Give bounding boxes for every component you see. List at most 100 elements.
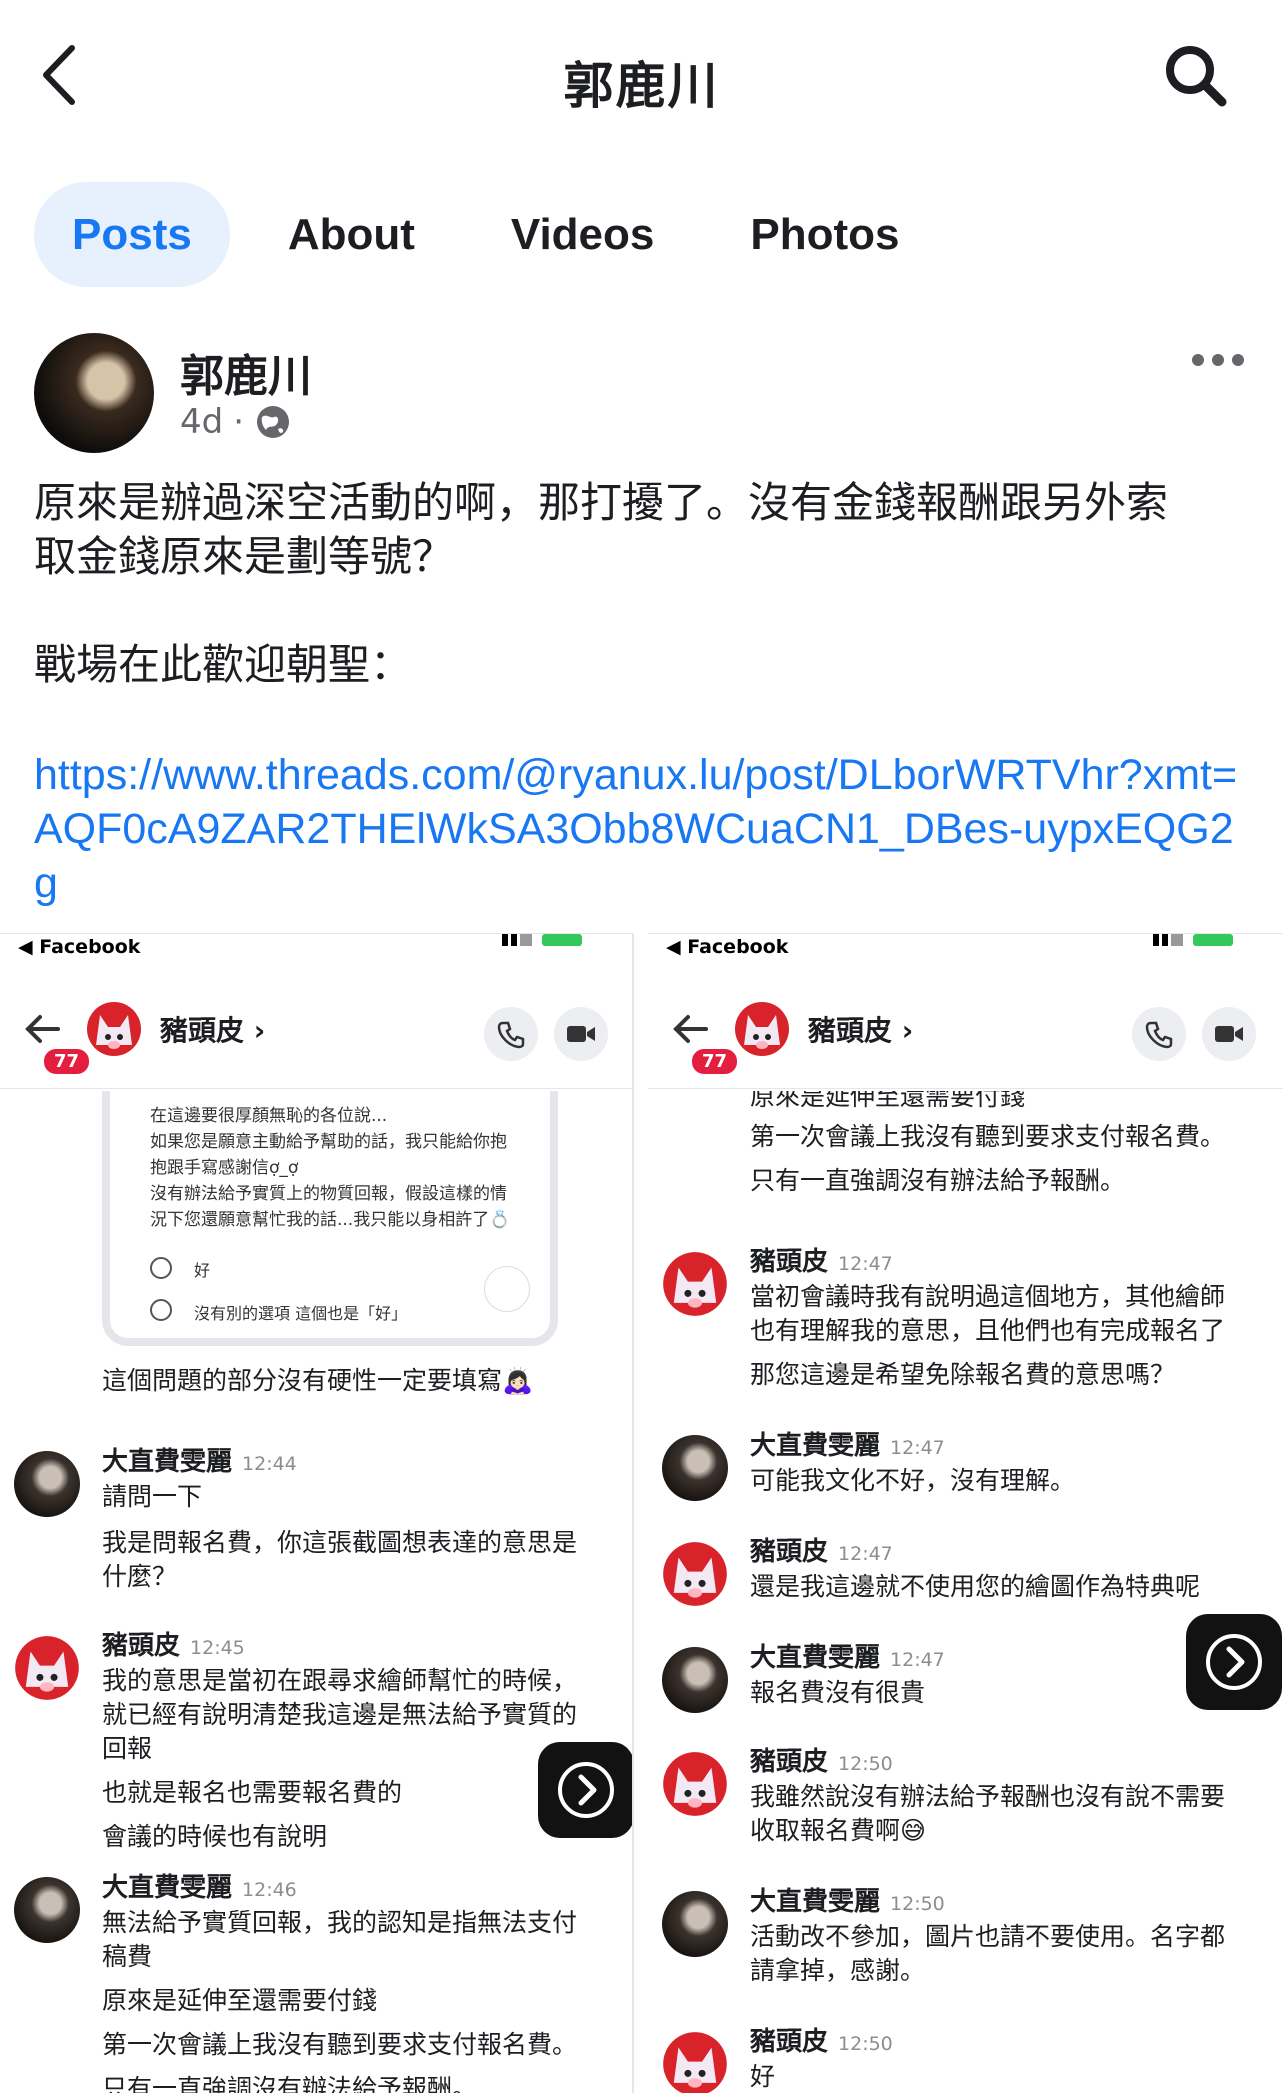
form-text: 如果您是願意主動給予幫助的話，我只能給你抱	[150, 1132, 507, 1152]
tab-videos[interactable]: Videos	[473, 182, 692, 287]
message-sender: 豬頭皮 12:45	[102, 1625, 245, 1662]
message-text: 收取報名費啊😅	[750, 1816, 927, 1845]
message-time: 12:50	[890, 1893, 945, 1915]
more-horizontal-icon	[1192, 354, 1244, 366]
status-app-label: ◀ Facebook	[18, 936, 141, 958]
sender-name: 大直費雯麗	[750, 1643, 881, 1673]
post-options-button[interactable]	[1190, 350, 1246, 380]
radio-label: 沒有別的選項 這個也是「好」	[194, 1304, 408, 1323]
message-sender: 大直費雯麗 12:44	[102, 1441, 297, 1478]
unread-badge: 77	[690, 1047, 740, 1076]
message-sender: 豬頭皮 12:50	[750, 1741, 893, 1778]
form-text: 在這邊要很厚顏無恥的各位說...	[150, 1106, 388, 1126]
message-text: 原來是延伸至還需要付錢	[102, 1986, 378, 2015]
survey-form-card: 在這邊要很厚顏無恥的各位說... 如果您是願意主動給予幫助的話，我只能給你抱 抱…	[102, 1091, 558, 1346]
post-author[interactable]: 郭鹿川	[180, 340, 312, 404]
pencil-icon	[484, 1266, 530, 1312]
message-text: 我雖然說沒有辦法給予報酬也沒有說不需要	[750, 1782, 1226, 1811]
battery-icon	[1193, 934, 1233, 946]
pig-avatar-icon	[735, 1002, 789, 1056]
message-text: 也有理解我的意思，且他們也有完成報名了	[750, 1316, 1226, 1345]
search-icon	[1166, 46, 1227, 107]
form-text: 沒有辦法給予實質上的物質回報，假設這樣的情	[150, 1184, 507, 1204]
sender-name: 豬頭皮	[750, 1537, 829, 1567]
message-text: 稿費	[102, 1942, 153, 1971]
form-text: 抱跟手寫感謝信ợ_ợ	[150, 1158, 299, 1178]
chat-header: 77 豬頭皮 ›	[0, 989, 632, 1089]
message-text: 無法給予實質回報，我的認知是指無法支付	[102, 1908, 578, 1937]
tab-photos[interactable]: Photos	[712, 182, 937, 287]
signal-icon	[1153, 934, 1183, 946]
message-time: 12:45	[190, 1637, 245, 1659]
profile-tabs: Posts About Videos Photos	[34, 182, 957, 287]
message-text: 好	[750, 2062, 776, 2091]
avatar	[662, 1435, 728, 1501]
page-title: 郭鹿川	[563, 57, 720, 115]
tab-posts[interactable]: Posts	[34, 182, 230, 287]
sender-name: 豬頭皮	[750, 1247, 829, 1277]
sender-name: 大直費雯麗	[102, 1447, 233, 1477]
author-avatar[interactable]	[34, 333, 154, 453]
message-time: 12:47	[838, 1543, 893, 1565]
chevron-right-circle-icon	[558, 1762, 614, 1818]
avatar	[14, 1451, 80, 1517]
top-bar: 郭鹿川	[0, 0, 1283, 160]
message-text: 當初會議時我有說明過這個地方，其他繪師	[750, 1282, 1226, 1311]
pig-avatar-icon	[663, 1752, 727, 1816]
phone-icon	[497, 1021, 525, 1049]
message-sender: 豬頭皮 12:47	[750, 1241, 893, 1278]
status-icons	[502, 934, 582, 948]
message-text: 也就是報名也需要報名費的	[102, 1778, 403, 1807]
search-button[interactable]	[1160, 40, 1240, 120]
message-text: 就已經有說明清楚我這邊是無法給予實質的	[102, 1700, 578, 1729]
unread-badge: 77	[42, 1047, 92, 1076]
message-text: 活動改不參加，圖片也請不要使用。名字都	[750, 1922, 1226, 1951]
post-link[interactable]: https://www.threads.com/@ryanux.lu/post/…	[34, 748, 1254, 910]
attached-image-2[interactable]: ◀ Facebook 77 豬頭皮 › 原來是延伸至還需要付錢 第一次會議上我沒…	[648, 933, 1283, 2093]
sender-name: 大直費雯麗	[102, 1873, 233, 1903]
message-text: 什麼？	[102, 1562, 178, 1591]
post-meta: 4d ·	[180, 402, 292, 442]
message-sender: 大直費雯麗 12:46	[102, 1867, 297, 1904]
sender-name: 大直費雯麗	[750, 1431, 881, 1461]
message-sender: 大直費雯麗 12:47	[750, 1637, 945, 1674]
signal-icon	[502, 934, 532, 946]
video-camera-icon	[1215, 1026, 1243, 1042]
pig-avatar-icon	[15, 1636, 79, 1700]
message-sender: 豬頭皮 12:50	[750, 2021, 893, 2058]
tab-about[interactable]: About	[250, 182, 453, 287]
arrow-left-icon	[673, 1015, 708, 1043]
phone-icon	[1145, 1021, 1173, 1049]
message-sender: 大直費雯麗 12:50	[750, 1881, 945, 1918]
message-text: 只有一直強調沒有辦法給予報酬。	[102, 2074, 478, 2093]
message-text: 那您這邊是希望免除報名費的意思嗎？	[750, 1360, 1176, 1389]
post-text-line: 取金錢原來是劃等號？	[34, 532, 455, 581]
message-sender: 豬頭皮 12:47	[750, 1531, 893, 1568]
video-call-button	[554, 1007, 608, 1061]
sender-name: 豬頭皮	[102, 1631, 181, 1661]
message-time: 12:50	[838, 2033, 893, 2055]
message-text: 會議的時候也有說明	[102, 1822, 328, 1851]
post-time: 4d	[180, 402, 224, 442]
message-text: 回報	[102, 1734, 153, 1763]
next-image-button[interactable]	[538, 1742, 632, 1838]
video-camera-icon	[567, 1026, 595, 1042]
message-time: 12:47	[890, 1437, 945, 1459]
chat-contact-name: 豬頭皮 ›	[160, 1014, 266, 1047]
globe-icon	[257, 406, 290, 438]
message-text: 請問一下	[102, 1482, 203, 1511]
attached-image-1[interactable]: ◀ Facebook 77 豬頭皮 › 在這邊要很厚顏無恥的各位說... 如果您…	[0, 933, 634, 2093]
video-call-button	[1202, 1007, 1256, 1061]
arrow-left-icon	[25, 1015, 60, 1043]
chat-messages: 原來是延伸至還需要付錢 第一次會議上我沒有聽到要求支付報名費。 只有一直強調沒有…	[648, 1091, 1283, 2093]
message-text: 可能我文化不好，沒有理解。	[750, 1466, 1076, 1495]
message-text: 這個問題的部分沒有硬性一定要填寫🙇🏻‍♀️	[102, 1366, 534, 1395]
chevron-right-circle-icon	[1206, 1634, 1262, 1690]
chat-header: 77 豬頭皮 ›	[648, 989, 1283, 1089]
message-text: 報名費沒有很貴	[750, 1678, 926, 1707]
radio-option	[150, 1257, 172, 1279]
sender-name: 豬頭皮	[750, 1747, 829, 1777]
message-time: 12:47	[838, 1253, 893, 1275]
next-image-button[interactable]	[1186, 1614, 1282, 1710]
form-text: 況下您還願意幫忙我的話...我只能以身相許了💍	[150, 1210, 511, 1230]
